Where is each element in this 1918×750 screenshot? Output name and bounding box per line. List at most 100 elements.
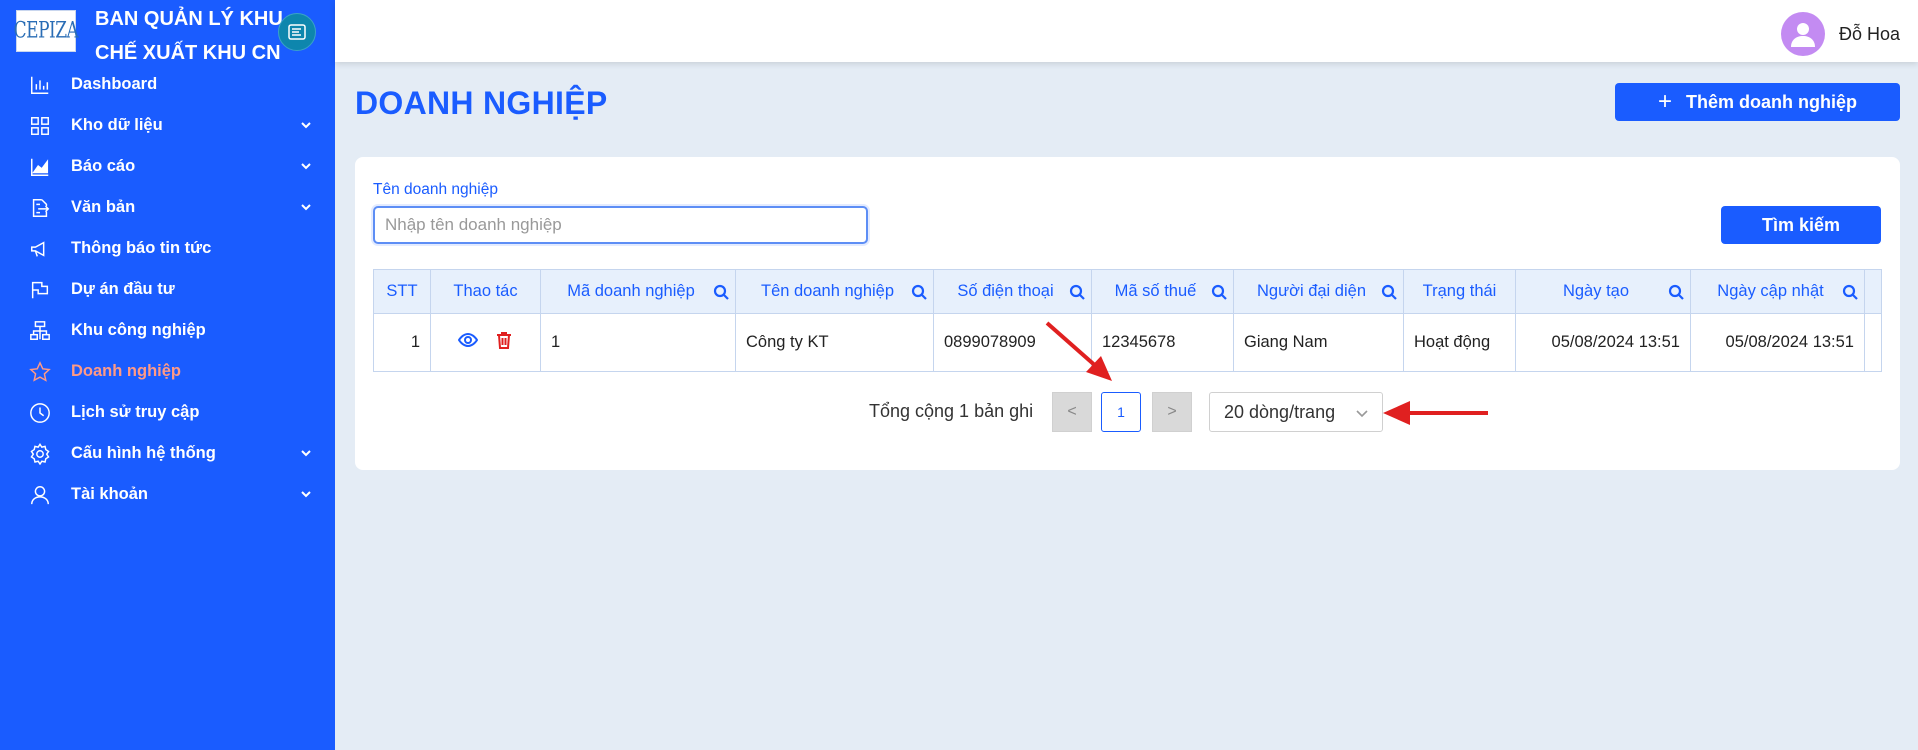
cell-ngay-tao: 05/08/2024 13:51 (1515, 313, 1691, 372)
page-title: DOANH NGHIỆP (355, 85, 608, 121)
page-size-value: 20 dòng/trang (1224, 401, 1336, 422)
search-icon[interactable] (1668, 284, 1684, 300)
document-export-icon (28, 196, 52, 220)
sidebar-item-cau-hinh-he-thong[interactable]: Cấu hình hệ thống (0, 433, 335, 474)
bar-chart-icon (28, 73, 52, 97)
brand-title-line1: BAN QUẢN LÝ KHU (95, 8, 283, 30)
gear-icon (28, 442, 52, 466)
search-icon[interactable] (911, 284, 927, 300)
plus-icon: + (1657, 88, 1672, 115)
add-enterprise-label: Thêm doanh nghiệp (1686, 91, 1857, 112)
sidebar-item-label: Doanh nghiệp (71, 362, 181, 380)
search-button[interactable]: Tìm kiếm (1721, 206, 1881, 244)
sidebar-item-label: Văn bản (71, 198, 136, 216)
clock-icon (28, 401, 52, 425)
flag-icon (28, 278, 52, 302)
cell-ten-doanh-nghiep: Công ty KT (735, 313, 934, 372)
column-header-ngay-cap-nhat: Ngày cập nhật (1690, 269, 1865, 314)
menu-collapse-icon (288, 24, 306, 40)
chevron-down-icon (1354, 405, 1370, 421)
cell-stt: 1 (373, 313, 431, 372)
grid-icon (28, 114, 52, 138)
delete-trash-icon[interactable] (494, 330, 514, 355)
sidebar-item-lich-su-truy-cap[interactable]: Lịch sử truy cập (0, 392, 335, 433)
sidebar-item-khu-cong-nghiep[interactable]: Khu công nghiệp (0, 310, 335, 351)
sidebar-item-label: Dashboard (71, 75, 158, 93)
sidebar-item-label: Báo cáo (71, 157, 136, 175)
search-icon[interactable] (713, 284, 729, 300)
page-1-button[interactable]: 1 (1101, 392, 1141, 432)
logo-text: CEPIZA (13, 18, 79, 44)
column-header-ten-doanh-nghiep: Tên doanh nghiệp (735, 269, 934, 314)
prev-page-button[interactable]: < (1052, 392, 1092, 432)
sidebar-item-label: Khu công nghiệp (71, 321, 206, 339)
chevron-down-icon (299, 446, 313, 460)
table-row: 1 1 Công ty KT 0899078909 12345678 Giang… (373, 313, 1882, 372)
sidebar-item-van-ban[interactable]: Văn bản (0, 187, 335, 228)
sidebar-item-label: Cấu hình hệ thống (71, 444, 216, 462)
column-header-spacer (1864, 269, 1882, 314)
chevron-down-icon (299, 118, 313, 132)
sidebar-item-label: Dự án đầu tư (71, 280, 175, 298)
search-input[interactable] (373, 206, 868, 244)
user-avatar-icon (1790, 23, 1815, 47)
column-header-ma-doanh-nghiep: Mã doanh nghiệp (540, 269, 736, 314)
column-header-thao-tac: Thao tác (430, 269, 541, 314)
add-enterprise-button[interactable]: + Thêm doanh nghiệp (1615, 83, 1900, 121)
chevron-down-icon (299, 200, 313, 214)
cell-ma-doanh-nghiep: 1 (540, 313, 736, 372)
avatar[interactable] (1780, 12, 1825, 56)
cell-spacer (1864, 313, 1882, 372)
table-header-row: STT Thao tác Mã doanh nghiệp Tên doanh n… (373, 269, 1882, 314)
enterprise-table: STT Thao tác Mã doanh nghiệp Tên doanh n… (373, 269, 1882, 372)
sidebar-item-label: Kho dữ liệu (71, 116, 163, 134)
page-size-select[interactable]: 20 dòng/trang (1209, 392, 1383, 432)
sidebar-item-doanh-nghiep[interactable]: Doanh nghiệp (0, 351, 335, 392)
pagination: Tổng cộng 1 bản ghi < 1 > 20 dòng/trang (355, 392, 1900, 432)
area-chart-icon (28, 155, 52, 179)
sidebar-item-du-an-dau-tu[interactable]: Dự án đầu tư (0, 269, 335, 310)
sidebar-item-label: Thông báo tin tức (71, 239, 212, 257)
sidebar-item-dashboard[interactable]: Dashboard (0, 64, 335, 105)
user-menu[interactable]: Đỗ Hoa (1780, 12, 1900, 56)
sidebar-nav: Dashboard Kho dữ liệu Báo cáo Văn bản Th… (0, 64, 335, 515)
search-icon[interactable] (1211, 284, 1227, 300)
topbar: Đỗ Hoa (335, 0, 1918, 62)
sidebar-item-label: Tài khoản (71, 485, 149, 503)
menu-toggle-button[interactable] (278, 13, 316, 51)
search-icon[interactable] (1842, 284, 1858, 300)
megaphone-icon (28, 237, 52, 261)
chevron-down-icon (299, 159, 313, 173)
column-header-ngay-tao: Ngày tạo (1515, 269, 1691, 314)
cell-so-dien-thoai: 0899078909 (933, 313, 1092, 372)
next-page-button[interactable]: > (1152, 392, 1192, 432)
chevron-down-icon (299, 487, 313, 501)
search-icon[interactable] (1069, 284, 1085, 300)
brand: CEPIZA BAN QUẢN LÝ KHU CHẾ XUẤT KHU CN (0, 0, 335, 64)
sidebar-item-label: Lịch sử truy cập (71, 403, 200, 421)
total-records: Tổng cộng 1 bản ghi (869, 401, 1034, 421)
logo[interactable]: CEPIZA (13, 10, 79, 52)
column-header-stt: STT (373, 269, 431, 314)
view-eye-icon[interactable] (457, 330, 478, 355)
cell-nguoi-dai-dien: Giang Nam (1233, 313, 1404, 372)
sidebar-item-bao-cao[interactable]: Báo cáo (0, 146, 335, 187)
user-icon (28, 483, 52, 507)
search-field-label: Tên doanh nghiệp (373, 181, 498, 198)
cluster-icon (28, 319, 52, 343)
sidebar-item-tai-khoan[interactable]: Tài khoản (0, 474, 335, 515)
sidebar: CEPIZA BAN QUẢN LÝ KHU CHẾ XUẤT KHU CN D… (0, 0, 335, 750)
cell-ma-so-thue: 12345678 (1091, 313, 1234, 372)
column-header-nguoi-dai-dien: Người đại diện (1233, 269, 1404, 314)
star-icon (28, 360, 52, 384)
sidebar-item-thong-bao-tin-tuc[interactable]: Thông báo tin tức (0, 228, 335, 269)
enterprise-list-card: Tên doanh nghiệp Tìm kiếm STT Thao tác M… (355, 157, 1900, 470)
column-header-ma-so-thue: Mã số thuế (1091, 269, 1234, 314)
sidebar-item-kho-du-lieu[interactable]: Kho dữ liệu (0, 105, 335, 146)
brand-title: BAN QUẢN LÝ KHU CHẾ XUẤT KHU CN (95, 2, 285, 70)
username: Đỗ Hoa (1838, 23, 1900, 44)
search-icon[interactable] (1381, 284, 1397, 300)
column-header-trang-thai: Trạng thái (1403, 269, 1516, 314)
cell-ngay-cap-nhat: 05/08/2024 13:51 (1690, 313, 1865, 372)
status-badge: Hoạt động (1403, 313, 1516, 372)
